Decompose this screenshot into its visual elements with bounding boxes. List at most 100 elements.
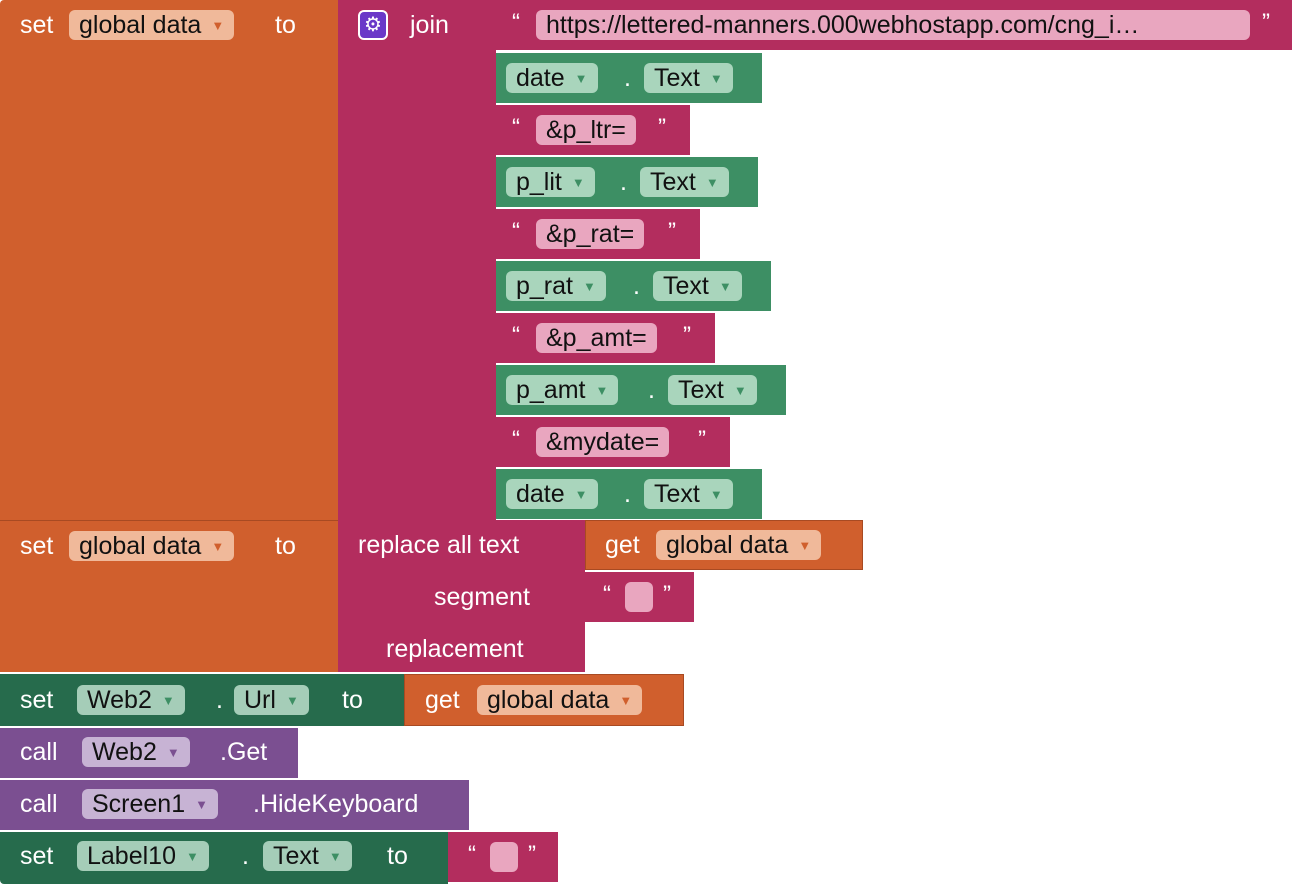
replace-all-text-block[interactable]: replace all text segment replacement	[338, 520, 585, 672]
component-dropdown-label10[interactable]: Label10 ▼	[77, 841, 209, 871]
method-name: .Get	[220, 738, 268, 766]
dot-separator: .	[633, 272, 640, 300]
quote-open: “	[512, 9, 520, 36]
text-block-url[interactable]: “ https://lettered-manners.000webhostapp…	[496, 0, 1292, 50]
property-dropdown-text[interactable]: Text ▼	[644, 479, 733, 509]
component-name: Web2	[92, 738, 157, 766]
to-keyword: to	[342, 686, 363, 714]
variable-name: global data	[666, 531, 789, 559]
set-label10-text-block[interactable]: set Label10 ▼ . Text ▼ to	[0, 832, 448, 884]
dropdown-arrow-icon: ▼	[709, 71, 723, 87]
component-getter-date-text[interactable]: date ▼ . Text ▼	[496, 53, 762, 103]
text-field[interactable]: &p_ltr=	[536, 115, 636, 145]
component-name: p_amt	[516, 376, 586, 404]
set-keyword: set	[20, 11, 54, 39]
dropdown-arrow-icon: ▼	[574, 487, 588, 503]
quote-close: ”	[658, 114, 666, 141]
dropdown-arrow-icon: ▼	[733, 383, 747, 399]
get-keyword: get	[425, 686, 460, 714]
variable-name: global data	[79, 11, 202, 39]
dropdown-arrow-icon: ▼	[166, 745, 180, 761]
dropdown-arrow-icon: ▼	[185, 849, 199, 865]
quote-open: “	[512, 218, 520, 245]
text-field[interactable]: &p_amt=	[536, 323, 657, 353]
component-dropdown-date[interactable]: date ▼	[506, 63, 598, 93]
variable-dropdown-global-data[interactable]: global data ▼	[477, 685, 643, 715]
call-screen1-hidekeyboard-block[interactable]: call Screen1 ▼ .HideKeyboard	[0, 780, 469, 830]
text-field[interactable]: &mydate=	[536, 427, 670, 457]
replace-all-text-label: replace all text	[358, 531, 520, 559]
component-name: date	[516, 480, 565, 508]
property-name: Text	[273, 842, 319, 870]
component-getter-date-text-2[interactable]: date ▼ . Text ▼	[496, 469, 762, 519]
property-dropdown-text[interactable]: Text ▼	[668, 375, 757, 405]
set-global-data-block-2[interactable]: set global data ▼ to	[0, 520, 338, 672]
component-name: p_rat	[516, 272, 573, 300]
segment-label: segment	[434, 583, 530, 611]
method-name: .HideKeyboard	[253, 790, 419, 818]
text-block-p-amt[interactable]: “ &p_amt= ”	[496, 313, 715, 363]
text-block-p-ltr[interactable]: “ &p_ltr= ”	[496, 105, 690, 155]
property-dropdown-text[interactable]: Text ▼	[644, 63, 733, 93]
component-dropdown-web2[interactable]: Web2 ▼	[82, 737, 190, 767]
text-field[interactable]: &p_rat=	[536, 219, 645, 249]
quote-close: ”	[668, 218, 676, 245]
to-keyword: to	[275, 532, 296, 560]
text-block-mydate[interactable]: “ &mydate= ”	[496, 417, 730, 467]
text-block-p-rat[interactable]: “ &p_rat= ”	[496, 209, 700, 259]
text-field-url[interactable]: https://lettered-manners.000webhostapp.c…	[536, 10, 1250, 40]
dropdown-arrow-icon: ▼	[798, 538, 812, 554]
quote-open: “	[603, 581, 611, 608]
dot-separator: .	[216, 686, 223, 714]
empty-text-field[interactable]	[625, 582, 653, 612]
component-dropdown-p-lit[interactable]: p_lit ▼	[506, 167, 595, 197]
component-dropdown-date[interactable]: date ▼	[506, 479, 598, 509]
text-block-empty-segment[interactable]: “ ”	[585, 572, 694, 622]
set-global-data-block-1[interactable]: set global data ▼ to	[0, 0, 338, 520]
component-getter-p-amt-text[interactable]: p_amt ▼ . Text ▼	[496, 365, 786, 415]
dropdown-arrow-icon: ▼	[718, 279, 732, 295]
variable-dropdown-global-data[interactable]: global data ▼	[656, 530, 822, 560]
get-keyword: get	[605, 531, 640, 559]
mutator-gear-icon[interactable]: ⚙	[358, 10, 388, 40]
set-web2-url-block[interactable]: set Web2 ▼ . Url ▼ to	[0, 674, 404, 726]
set-keyword: set	[20, 842, 54, 870]
dropdown-arrow-icon: ▼	[705, 175, 719, 191]
get-global-data-block-2[interactable]: get global data ▼	[404, 674, 684, 726]
component-getter-p-lit-text[interactable]: p_lit ▼ . Text ▼	[496, 157, 758, 207]
to-keyword: to	[387, 842, 408, 870]
set-keyword: set	[20, 532, 54, 560]
dropdown-arrow-icon: ▼	[571, 175, 585, 191]
get-global-data-block[interactable]: get global data ▼	[585, 520, 863, 570]
property-dropdown-text[interactable]: Text ▼	[263, 841, 352, 871]
property-name: Text	[650, 168, 696, 196]
component-dropdown-p-rat[interactable]: p_rat ▼	[506, 271, 606, 301]
set-keyword: set	[20, 686, 54, 714]
component-getter-p-rat-text[interactable]: p_rat ▼ . Text ▼	[496, 261, 771, 311]
property-name: Text	[678, 376, 724, 404]
join-block[interactable]: ⚙ join	[338, 0, 496, 520]
quote-open: “	[512, 322, 520, 349]
property-name: Text	[654, 480, 700, 508]
empty-text-field[interactable]	[490, 842, 518, 872]
variable-dropdown-global-data[interactable]: global data ▼	[69, 10, 235, 40]
dropdown-arrow-icon: ▼	[574, 71, 588, 87]
dropdown-arrow-icon: ▼	[161, 693, 175, 709]
call-keyword: call	[20, 738, 58, 766]
component-name: date	[516, 64, 565, 92]
variable-dropdown-global-data[interactable]: global data ▼	[69, 531, 235, 561]
dot-separator: .	[624, 480, 631, 508]
property-dropdown-text[interactable]: Text ▼	[653, 271, 742, 301]
component-dropdown-web2[interactable]: Web2 ▼	[77, 685, 185, 715]
component-dropdown-screen1[interactable]: Screen1 ▼	[82, 789, 218, 819]
text-block-empty-label[interactable]: “ ”	[448, 832, 558, 882]
property-dropdown-url[interactable]: Url ▼	[234, 685, 309, 715]
component-dropdown-p-amt[interactable]: p_amt ▼	[506, 375, 619, 405]
call-web2-get-block[interactable]: call Web2 ▼ .Get	[0, 728, 298, 778]
text-value: &p_rat=	[546, 220, 635, 248]
quote-close: ”	[698, 426, 706, 453]
dropdown-arrow-icon: ▼	[328, 849, 342, 865]
property-dropdown-text[interactable]: Text ▼	[640, 167, 729, 197]
join-keyword: join	[410, 11, 449, 39]
dropdown-arrow-icon: ▼	[211, 18, 225, 34]
